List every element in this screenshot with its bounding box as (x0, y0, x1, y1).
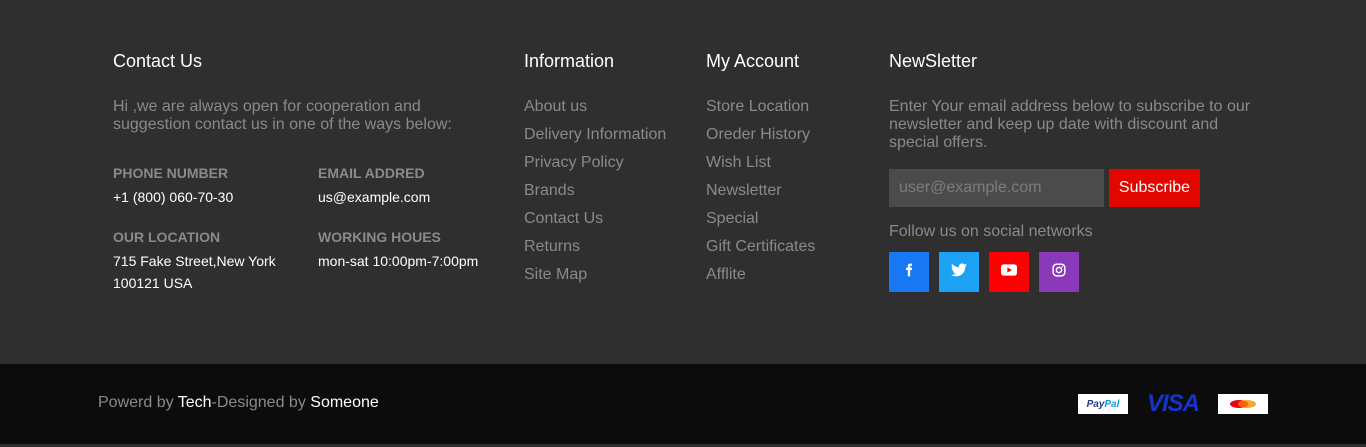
account-title: My Account (706, 51, 800, 71)
phone-block: PHONE NUMBER +1 (800) 060-70-30 (113, 164, 233, 208)
twitter-icon (951, 262, 967, 282)
link-returns[interactable]: Returns (524, 238, 674, 256)
newsletter-section: NewSletter Enter Your email address belo… (889, 50, 1269, 292)
contact-intro: Hi ,we are always open for cooperation a… (113, 98, 452, 133)
powered-prefix: Powerd by (98, 394, 178, 411)
email-value: us@example.com (318, 189, 431, 205)
footer-bottom: Powerd by Tech-Designed by Someone PayPa… (0, 364, 1366, 447)
youtube-icon (1001, 263, 1017, 281)
mastercard-icon (1218, 394, 1268, 414)
footer-top: Contact Us Hi ,we are always open for co… (0, 0, 1366, 364)
information-section: Information About us Delivery Informatio… (524, 50, 674, 294)
phone-label: PHONE NUMBER (113, 165, 229, 181)
location-block: OUR LOCATION 715 Fake Street,New York 10… (113, 228, 276, 294)
information-title: Information (524, 51, 615, 71)
link-store-location[interactable]: Store Location (706, 98, 856, 116)
account-links: Store Location Oreder History Wish List … (706, 98, 856, 284)
newsletter-title: NewSletter (889, 51, 978, 71)
twitter-button[interactable] (939, 252, 979, 292)
link-contact-us[interactable]: Contact Us (524, 210, 674, 228)
link-brands[interactable]: Brands (524, 182, 674, 200)
hours-value: mon-sat 10:00pm-7:00pm (318, 253, 479, 269)
link-about-us[interactable]: About us (524, 98, 674, 116)
facebook-button[interactable] (889, 252, 929, 292)
link-wish-list[interactable]: Wish List (706, 154, 856, 172)
powered-name-link[interactable]: Tech (178, 394, 212, 411)
credits: Powerd by Tech-Designed by Someone (98, 394, 379, 412)
youtube-button[interactable] (989, 252, 1029, 292)
subscribe-row: Subscribe (889, 169, 1269, 207)
instagram-icon (1052, 262, 1066, 282)
link-newsletter[interactable]: Newsletter (706, 182, 856, 200)
designed-name-link[interactable]: Someone (310, 394, 379, 411)
information-links: About us Delivery Information Privacy Po… (524, 98, 674, 284)
link-order-history[interactable]: Oreder History (706, 126, 856, 144)
hours-label: WORKING HOUES (318, 229, 441, 245)
payment-methods: PayPal VISA (1058, 390, 1268, 417)
link-special[interactable]: Special (706, 210, 856, 228)
link-delivery-information[interactable]: Delivery Information (524, 126, 674, 144)
hours-block: WORKING HOUES mon-sat 10:00pm-7:00pm (318, 228, 478, 272)
subscribe-button[interactable]: Subscribe (1109, 169, 1200, 207)
designed-prefix: -Designed by (211, 394, 311, 411)
contact-section: Contact Us Hi ,we are always open for co… (113, 50, 493, 304)
location-line2: 100121 USA (113, 275, 193, 291)
account-section: My Account Store Location Oreder History… (706, 50, 856, 294)
email-block: EMAIL ADDRED us@example.com (318, 164, 430, 208)
facebook-icon (902, 263, 916, 282)
newsletter-email-input[interactable] (889, 169, 1104, 207)
paypal-icon: PayPal (1078, 394, 1128, 414)
visa-icon: VISA (1147, 390, 1200, 417)
link-gift-certificates[interactable]: Gift Certificates (706, 238, 856, 256)
link-privacy-policy[interactable]: Privacy Policy (524, 154, 674, 172)
follow-text: Follow us on social networks (889, 223, 1093, 240)
link-site-map[interactable]: Site Map (524, 266, 674, 284)
phone-value: +1 (800) 060-70-30 (113, 189, 234, 205)
location-line1: 715 Fake Street,New York (113, 253, 276, 269)
social-links (889, 252, 1269, 292)
newsletter-description: Enter Your email address below to subscr… (889, 98, 1251, 151)
contact-title: Contact Us (113, 51, 203, 71)
link-affiliate[interactable]: Afflite (706, 266, 856, 284)
email-label: EMAIL ADDRED (318, 165, 425, 181)
instagram-button[interactable] (1039, 252, 1079, 292)
contact-info-grid: PHONE NUMBER +1 (800) 060-70-30 EMAIL AD… (113, 164, 493, 304)
location-label: OUR LOCATION (113, 229, 221, 245)
